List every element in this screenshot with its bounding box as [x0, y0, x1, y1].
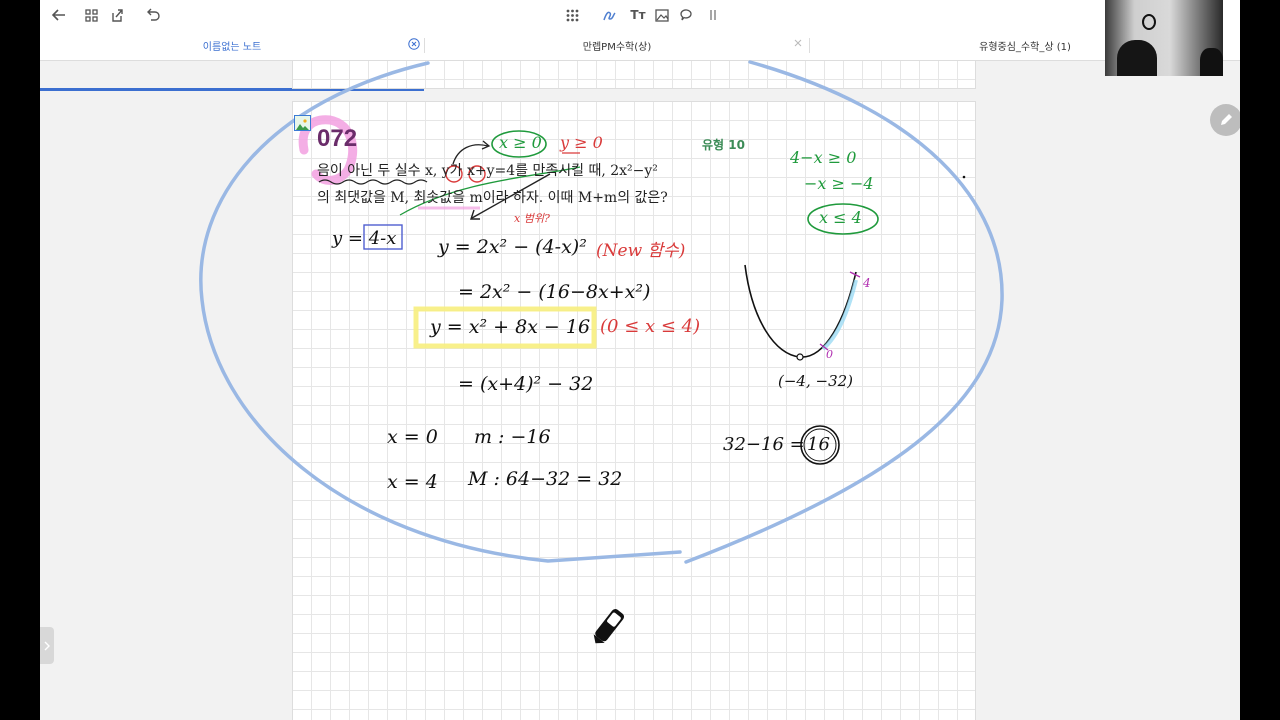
handwritten-max-value: M : 64−32 = 32	[468, 468, 623, 490]
handwritten-max-x: x = 4	[387, 471, 438, 493]
side-panel-handle[interactable]	[40, 627, 54, 664]
handwritten-answer-calc: 32−16 =	[723, 434, 805, 455]
handwritten-equation-3: y = x² + 8x − 16	[430, 316, 591, 338]
vertex-dot	[796, 353, 804, 361]
problem-text-line2: 의 최댓값을 M, 최솟값을 m이라 하자. 이때 M+m의 값은?	[317, 190, 668, 206]
handwritten-equation-2: = 2x² − (16−8x+x²)	[458, 281, 651, 303]
parabola-curve	[744, 264, 857, 358]
handwritten-condition-x: x ≥ 0	[499, 133, 542, 152]
floating-pencil-button[interactable]	[1210, 104, 1240, 136]
pen-cursor-icon	[593, 609, 625, 644]
problem-type-label: 유형 10	[702, 138, 745, 152]
handwritten-inequality-3: x ≤ 4	[819, 208, 862, 227]
handwritten-range-note: x 범위?	[514, 212, 550, 225]
handwritten-inequality-1: 4−x ≥ 0	[790, 148, 857, 167]
handwritten-new-function: (New 함수)	[596, 241, 686, 261]
note-app: Tт 이름없는 노트 만렙PM수학(상) 유형중심_수학_상 (1) 072 유…	[40, 0, 1240, 720]
problem-number: 072	[317, 125, 358, 152]
problem-text-line1: 음이 아닌 두 실수 x, y가 x+y=4를 만족시킬 때, 2x²−y²	[317, 163, 658, 179]
handwritten-answer: 16	[807, 434, 830, 455]
handwritten-equation-1: y = 2x² − (4-x)²	[438, 236, 587, 258]
handwritten-condition-y: y ≥ 0	[560, 133, 603, 152]
webcam-overlay	[1105, 0, 1223, 76]
ink-layer	[199, 60, 1004, 564]
handwritten-vertex-label: (−4, −32)	[778, 372, 854, 390]
image-attachment-icon[interactable]	[294, 115, 311, 131]
handwritten-min-value: m : −16	[474, 426, 551, 448]
handwritten-inequality-2: −x ≥ −4	[804, 174, 874, 193]
handwritten-graph-start: 0	[826, 348, 833, 361]
handwritten-graph-end: 4	[863, 276, 871, 290]
handwritten-substitution: y = 4-x	[332, 228, 397, 249]
handwritten-min-x: x = 0	[387, 426, 438, 448]
handwritten-domain: (0 ≤ x ≤ 4)	[600, 316, 701, 337]
handwritten-equation-4: = (x+4)² − 32	[458, 373, 594, 395]
